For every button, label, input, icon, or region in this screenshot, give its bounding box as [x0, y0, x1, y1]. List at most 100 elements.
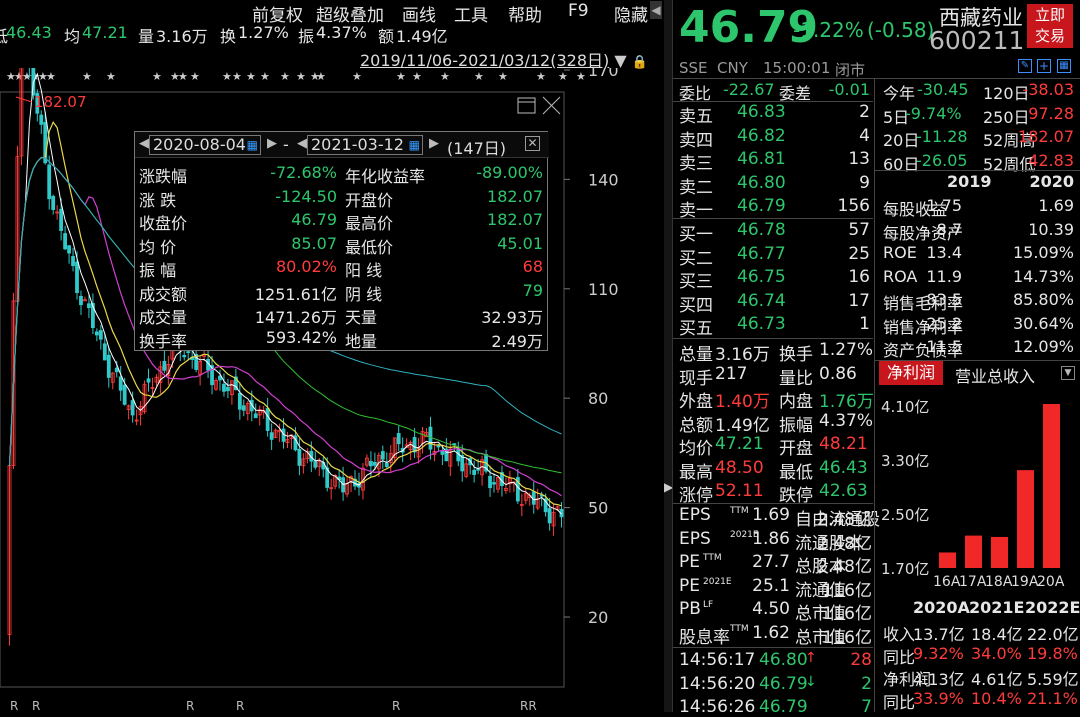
event-star-icon[interactable]: ★ [474, 70, 484, 83]
arrow-right-icon[interactable]: ▶ [267, 136, 277, 151]
bid-volume: 57 [848, 220, 870, 240]
perf-label: 250日 [983, 107, 1030, 127]
forecast-value: 18.4亿 [971, 625, 1023, 644]
stat-row: 振 幅 80.02% 阳 线 68 [135, 257, 549, 280]
fund-value: 1.69 [752, 505, 790, 525]
stat-value: -89.00% [476, 163, 543, 182]
calendar-icon[interactable]: ▦ [247, 136, 258, 154]
bar [939, 552, 956, 568]
window-icons [517, 96, 561, 115]
event-star-icon[interactable]: ★ [352, 70, 362, 83]
bid-level-label: 买四 [679, 295, 713, 316]
pct-change: -1.22% [793, 18, 864, 42]
ask-volume: 9 [859, 172, 870, 193]
event-star-icon[interactable]: ★ [576, 70, 586, 83]
fin-value: 14.73% [1012, 266, 1074, 286]
stat-label: 最高 [679, 462, 713, 483]
candle-body [98, 330, 103, 340]
bar-x-label: 19A [1011, 574, 1039, 588]
maximize-icon[interactable] [517, 97, 536, 114]
menu-f9[interactable]: F9 [568, 1, 589, 21]
fund-label: PE [679, 575, 700, 596]
event-star-icon[interactable]: ★ [536, 70, 546, 83]
tab-net-profit[interactable]: 净利润 [879, 361, 943, 385]
ask-price: 46.79 [737, 196, 786, 216]
candle-body [436, 445, 441, 448]
tab-revenue[interactable]: 营业总收入 [955, 363, 1035, 387]
stat-value: 1.49亿 [715, 415, 770, 436]
candle-body [253, 413, 258, 419]
panel-divider[interactable]: ▶ [664, 0, 673, 712]
ask-level-label: 卖四 [679, 130, 713, 151]
chevron-left-icon[interactable]: ◀ [650, 1, 662, 19]
event-star-icon[interactable]: ★ [152, 70, 162, 83]
date-from-input[interactable]: 2020-08-04 ▦ [149, 135, 261, 155]
edit-icon[interactable]: ✎ [1018, 59, 1032, 73]
fund-superscript: TTM [703, 553, 722, 563]
event-star-icon[interactable]: ★ [82, 70, 92, 83]
event-star-icon[interactable]: ★ [106, 70, 116, 83]
event-star-icon[interactable]: ★ [260, 70, 270, 83]
event-star-icon[interactable]: ★ [296, 70, 306, 83]
event-star-icon[interactable]: ★ [280, 70, 290, 83]
fund-value: 116亿 [822, 580, 872, 601]
forecast-header: 2021E [969, 598, 1025, 617]
candle-body [372, 462, 377, 466]
add-icon[interactable]: + [1037, 59, 1051, 73]
event-star-icon[interactable]: ★ [178, 70, 188, 83]
candle-body [63, 233, 67, 250]
close-icon[interactable]: ✕ [525, 136, 540, 151]
fund-value: 27.7 [752, 552, 790, 572]
avg-label: 均 [64, 27, 81, 46]
fund-superscript: 2021E [703, 576, 732, 587]
trade-button-label: 立即交易 [1034, 6, 1065, 45]
stat-value: 2.49万 [491, 331, 543, 351]
grid-icon[interactable]: ▦ [1057, 59, 1071, 73]
stat-value: 1.76万 [819, 392, 874, 412]
fund-value: 116亿 [822, 604, 872, 624]
arrow-left-icon[interactable]: ◀ [297, 136, 307, 151]
event-star-icon[interactable]: ★ [396, 70, 406, 83]
candle-body [186, 351, 191, 353]
trade-button[interactable]: 立即交易 [1027, 4, 1073, 48]
event-star-icon[interactable]: ★ [190, 70, 200, 83]
r-mark: R [10, 699, 18, 712]
candle-body [547, 508, 552, 524]
perf-label: 20日 [883, 131, 920, 150]
event-star-icon[interactable]: ★ [316, 70, 326, 83]
calendar-icon[interactable]: ▦ [409, 136, 420, 154]
event-star-icon[interactable]: ★ [498, 70, 508, 83]
candle-body [47, 164, 52, 200]
event-star-icon[interactable]: ★ [246, 70, 256, 83]
stat-value: 52.11 [715, 481, 764, 501]
event-star-icon[interactable]: ★ [558, 70, 568, 83]
turn-label: 换 [220, 27, 237, 46]
candle-body [222, 383, 226, 392]
candle-body [368, 460, 373, 467]
bar-x-label: 20A [1037, 574, 1065, 588]
y-tick-label: 110 [588, 280, 619, 299]
fund-label: PB [679, 599, 701, 619]
stat-label: 振 幅 [139, 261, 177, 280]
fin-value: 1.75 [926, 196, 962, 215]
forecast-label: 同比 [883, 647, 916, 667]
event-star-icon[interactable]: ★ [232, 70, 242, 83]
stat-label: 涨跌幅 [139, 167, 188, 186]
event-star-icon[interactable]: ★ [440, 70, 450, 83]
event-star-icon[interactable]: ★ [222, 70, 232, 83]
arrow-left-icon[interactable]: ◀ [139, 136, 149, 151]
event-star-icon[interactable]: ★ [412, 70, 422, 83]
bar-x-label: 17A [959, 574, 987, 588]
forecast-value: 21.1% [1027, 688, 1078, 708]
stat-row: 成交量 1471.26万 天量 32.93万 [135, 304, 549, 327]
stat-label: 均价 [679, 439, 713, 459]
ask-price: 46.83 [737, 102, 786, 122]
bar-x-label: 16A [933, 574, 961, 588]
top-menu: 前复权 超级叠加 画线 工具 帮助 F9 隐藏 ◀ [0, 0, 664, 26]
r-mark: R [32, 699, 40, 712]
event-star-icon[interactable]: ★ [46, 70, 56, 83]
date-to-input[interactable]: 2021-03-12 ▦ [307, 135, 423, 155]
arrow-right-icon[interactable]: ▶ [429, 136, 439, 151]
high-label: 182.07 [34, 93, 87, 111]
dropdown-icon[interactable]: ▼ [1061, 366, 1075, 380]
